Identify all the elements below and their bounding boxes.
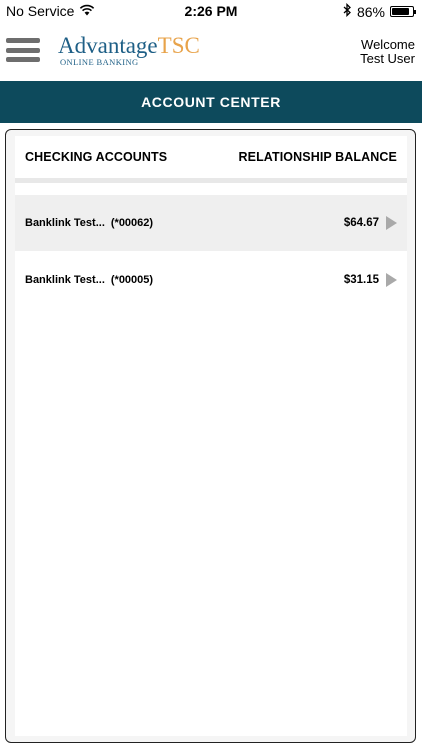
battery-fill <box>392 8 410 15</box>
balance-column-header: RELATIONSHIP BALANCE <box>238 150 397 164</box>
battery-icon <box>390 6 416 17</box>
welcome-line: Welcome <box>361 37 415 52</box>
welcome-message: Welcome Test User <box>360 38 415 66</box>
status-bar: No Service 2:26 PM 86% <box>0 0 422 24</box>
chevron-right-icon <box>386 273 397 287</box>
section-title: CHECKING ACCOUNTS <box>25 150 168 164</box>
logo-subtitle: ONLINE BANKING <box>60 57 139 67</box>
bluetooth-icon <box>343 2 352 20</box>
account-balance: $31.15 <box>343 274 379 286</box>
battery-percent: 86% <box>356 3 385 20</box>
account-balance: $64.67 <box>343 217 379 229</box>
account-name: Banklink Test... <box>25 274 105 286</box>
advantage-tsc-logo: AdvantageTSC ONLINE BANKING <box>58 34 200 67</box>
logo-text-advantage: Advantage <box>58 33 158 58</box>
account-row[interactable]: Banklink Test... (*00005) $31.15 <box>15 252 407 308</box>
user-name: Test User <box>360 51 415 66</box>
page-title-bar: ACCOUNT CENTER <box>0 81 422 123</box>
account-number: (*00005) <box>110 274 154 286</box>
logo-text-tsc: TSC <box>157 33 200 58</box>
app-header: AdvantageTSC ONLINE BANKING Welcome Test… <box>0 26 422 80</box>
accounts-panel: CHECKING ACCOUNTS RELATIONSHIP BALANCE B… <box>5 129 416 743</box>
page-title: ACCOUNT CENTER <box>141 94 281 110</box>
checking-accounts-header: CHECKING ACCOUNTS RELATIONSHIP BALANCE <box>15 136 407 183</box>
account-number: (*00062) <box>110 217 154 229</box>
accounts-panel-inner: CHECKING ACCOUNTS RELATIONSHIP BALANCE B… <box>15 136 407 736</box>
hamburger-menu-icon[interactable] <box>6 38 40 62</box>
chevron-right-icon <box>386 216 397 230</box>
account-name: Banklink Test... <box>25 217 105 229</box>
account-row[interactable]: Banklink Test... (*00062) $64.67 <box>15 195 407 251</box>
status-right: 86% <box>343 2 416 20</box>
